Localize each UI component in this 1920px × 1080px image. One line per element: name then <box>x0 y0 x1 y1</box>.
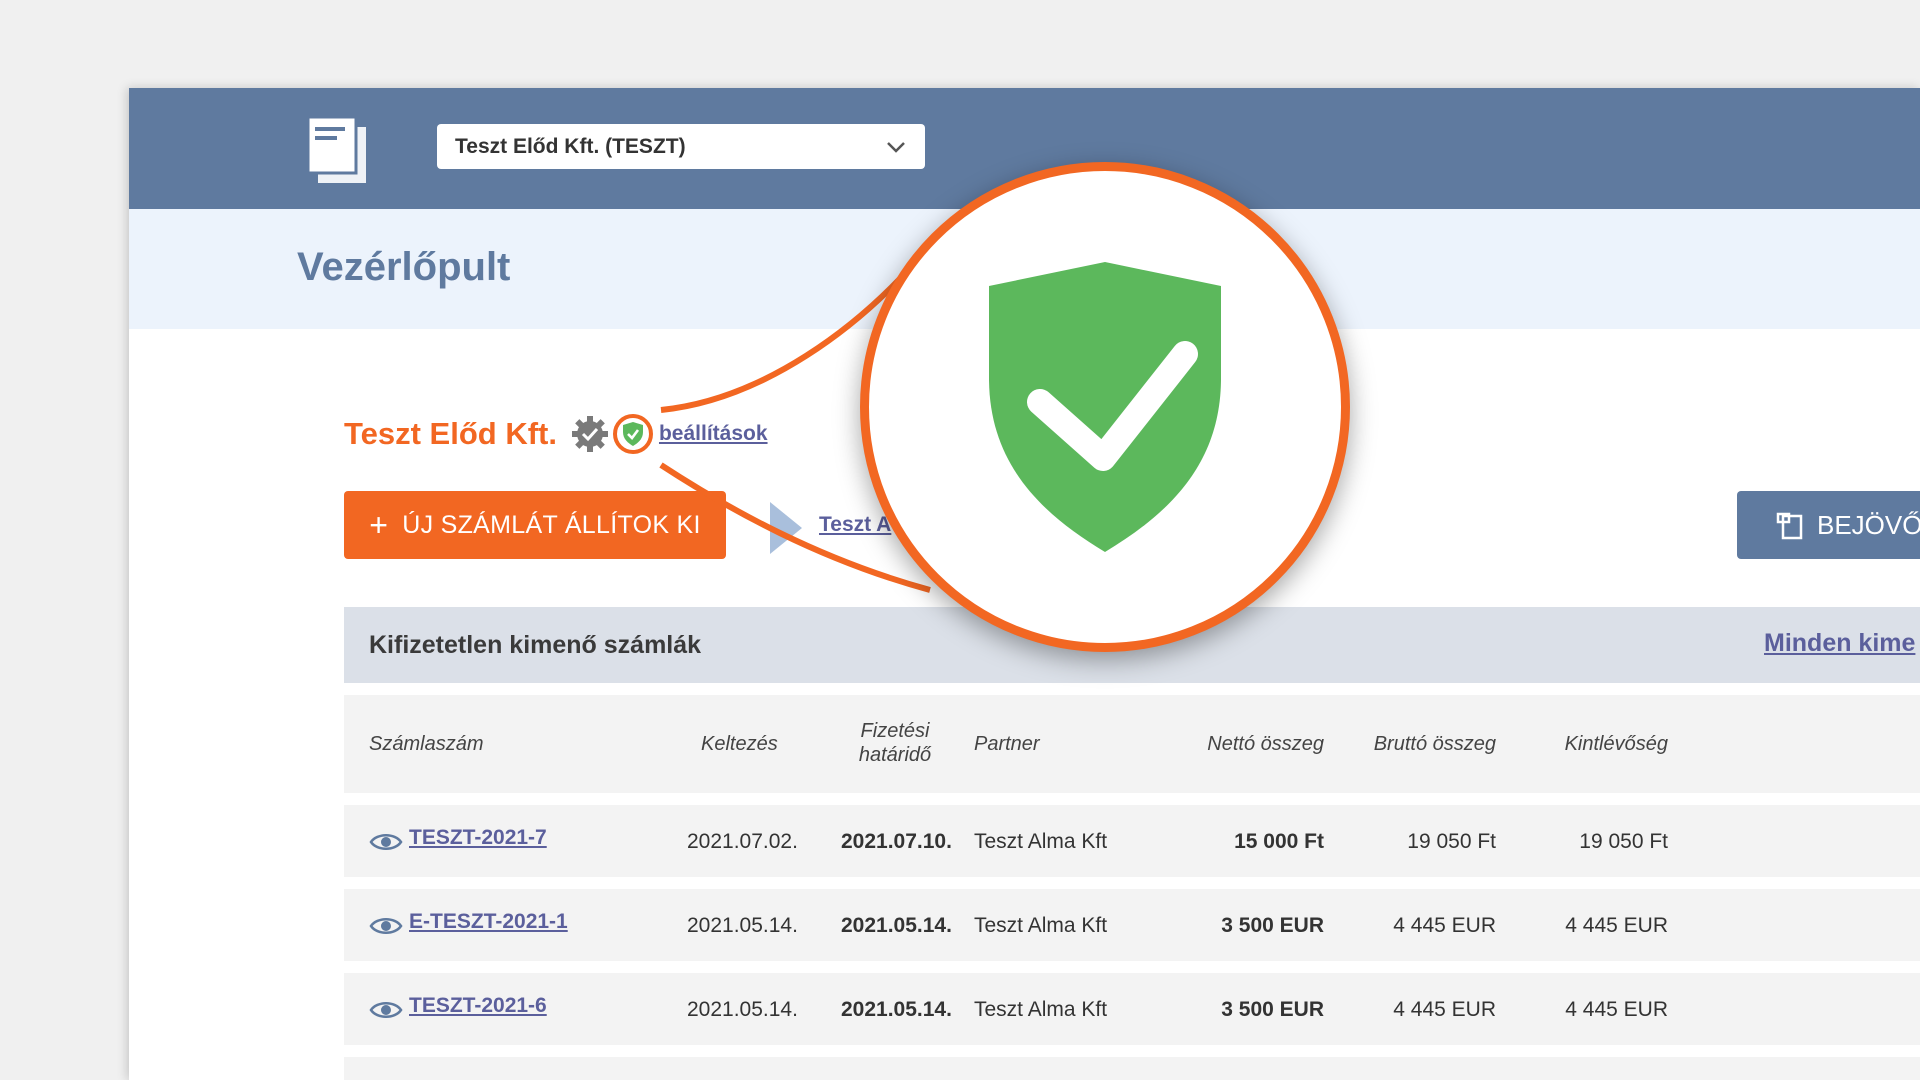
invoice-net: 3 500 EUR <box>1221 998 1324 1021</box>
invoice-number-link[interactable]: E-TESZT-2021-1 <box>409 910 568 934</box>
company-select[interactable]: Teszt Előd Kft. (TESZT) <box>437 124 925 169</box>
invoice-outstanding: 4 445 EUR <box>1565 998 1668 1021</box>
invoice-number-link[interactable]: TESZT-2021-6 <box>409 994 547 1018</box>
eye-icon[interactable] <box>369 915 403 937</box>
plus-icon: + <box>369 507 389 543</box>
column-header-net[interactable]: Nettó összeg <box>1207 732 1324 756</box>
table-row[interactable]: TESZT-2021-7 2021.07.02. 2021.07.10. Tes… <box>344 805 1920 877</box>
incoming-label: BEJÖVŐ <box>1817 509 1920 540</box>
invoice-number-link[interactable]: TESZT-2021-7 <box>409 826 547 850</box>
invoice-partner: Teszt Alma Kft <box>974 998 1108 1021</box>
gear-badge-icon <box>571 416 608 452</box>
invoice-outstanding: 19 050 Ft <box>1579 830 1668 853</box>
page-title: Vezérlőpult <box>297 245 511 289</box>
column-header-due-line2: határidő <box>858 744 932 766</box>
table-row-partial <box>344 1057 1920 1080</box>
company-row: Teszt Előd Kft. beállítások <box>344 414 768 454</box>
invoice-gross: 4 445 EUR <box>1393 914 1496 937</box>
settings-link[interactable]: beállítások <box>659 422 768 446</box>
incoming-button[interactable]: BEJÖVŐ <box>1737 491 1920 559</box>
invoice-net: 3 500 EUR <box>1221 914 1324 937</box>
shield-check-icon <box>622 422 643 446</box>
new-invoice-label: ÚJ SZÁMLÁT ÁLLÍTOK KI <box>402 510 701 539</box>
company-select-value: Teszt Előd Kft. (TESZT) <box>455 134 686 158</box>
shield-check-icon-large <box>989 262 1221 552</box>
incoming-document-icon <box>1776 512 1803 540</box>
column-header-due[interactable]: Fizetési határidő <box>839 719 951 767</box>
documents-icon[interactable] <box>304 113 372 185</box>
eye-icon[interactable] <box>369 999 403 1021</box>
company-name: Teszt Előd Kft. <box>344 416 557 451</box>
invoice-due: 2021.05.14. <box>841 998 952 1021</box>
table-row[interactable]: E-TESZT-2021-1 2021.05.14. 2021.05.14. T… <box>344 889 1920 961</box>
invoice-due: 2021.05.14. <box>841 914 952 937</box>
column-header-gross[interactable]: Bruttó összeg <box>1374 732 1496 756</box>
invoice-gross: 19 050 Ft <box>1407 830 1496 853</box>
invoice-due: 2021.07.10. <box>841 830 952 853</box>
column-header-number[interactable]: Számlaszám <box>369 732 483 756</box>
invoice-date: 2021.07.02. <box>687 830 798 853</box>
invoice-outstanding: 4 445 EUR <box>1565 914 1668 937</box>
column-header-partner[interactable]: Partner <box>974 732 1040 756</box>
invoice-date: 2021.05.14. <box>687 914 798 937</box>
arrow-right-icon <box>770 502 802 554</box>
column-header-date[interactable]: Keltezés <box>701 732 778 756</box>
all-invoices-link[interactable]: Minden kime <box>1764 629 1915 658</box>
table-row[interactable]: TESZT-2021-6 2021.05.14. 2021.05.14. Tes… <box>344 973 1920 1045</box>
magnifier-callout <box>860 162 1350 652</box>
partner-link[interactable]: Teszt A <box>819 513 891 537</box>
section-title: Kifizetetlen kimenő számlák <box>369 631 702 659</box>
shield-check-icon-small[interactable] <box>612 414 653 454</box>
eye-icon[interactable] <box>369 831 403 853</box>
column-header-due-line1: Fizetési <box>860 720 930 742</box>
invoice-net: 15 000 Ft <box>1234 830 1324 853</box>
invoice-partner: Teszt Alma Kft <box>974 914 1108 937</box>
column-header-outstanding[interactable]: Kintlévőség <box>1565 732 1668 756</box>
chevron-down-icon <box>887 141 905 153</box>
new-invoice-button[interactable]: + ÚJ SZÁMLÁT ÁLLÍTOK KI <box>344 491 726 559</box>
table-header: Számlaszám Keltezés Fizetési határidő Pa… <box>344 695 1920 793</box>
invoice-gross: 4 445 EUR <box>1393 998 1496 1021</box>
invoice-partner: Teszt Alma Kft <box>974 830 1108 853</box>
invoice-date: 2021.05.14. <box>687 998 798 1021</box>
